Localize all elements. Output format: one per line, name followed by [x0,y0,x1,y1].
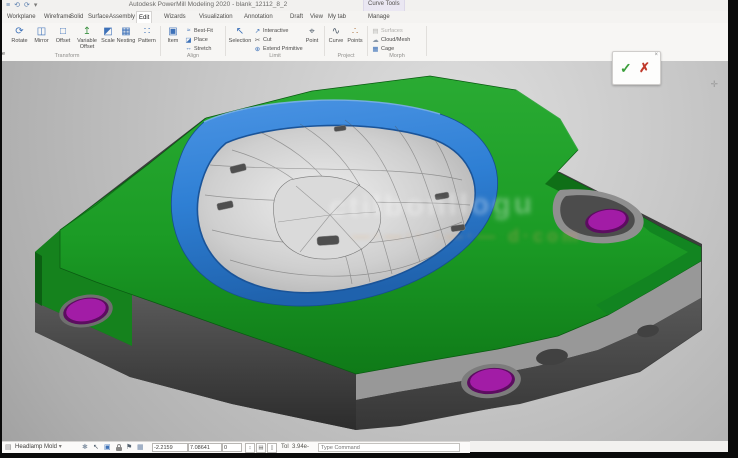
place-icon: ◪ [185,36,192,44]
status-bar: ▤ Headlamp Mold ▾ ✱ ↖ ▣ ⚑ ▦ ↕ ▤ ▯ Tol 3.… [2,441,470,453]
point-icon: ⌖ [303,25,321,38]
mirror-icon: ◫ [31,25,52,38]
ribbon: e ⟳ Rotate ◫ Mirror □ Offset ↥ Variable … [2,23,728,62]
model-selector-label: Headlamp Mold [15,444,57,450]
levels-icon[interactable]: ⚑ [126,442,132,453]
redo-icon[interactable]: ⟳ [24,0,30,11]
toggle-updown-button[interactable]: ↕ [245,443,255,453]
application-window: ≡ ⟲ ⟳ ▾ Autodesk PowerMill Modeling 2020… [2,0,728,452]
points-icon: ∴ [346,25,364,38]
lock-icon[interactable] [116,447,122,451]
ribbon-group-limit: ↖ Selection ↗ Interactive ✂ Cut ⊕ Extend… [227,23,323,60]
menu-icon[interactable]: ≡ [6,0,10,11]
cut-button[interactable]: ✂ Cut [254,35,303,44]
mold-model [2,61,728,441]
stretch-icon: ↔ [185,45,192,52]
group-label-project: Project [326,53,366,59]
coord-x-input[interactable] [152,443,188,452]
close-icon[interactable]: × [654,52,658,58]
nesting-icon: ▦ [115,25,137,38]
quick-access-toolbar: ≡ ⟲ ⟳ ▾ [6,0,37,11]
pattern-button[interactable]: ∷ Pattern [136,25,158,44]
ribbon-group-project: ∿ Curve ∴ Points Project [326,23,366,60]
ribbon-group-transform: e ⟳ Rotate ◫ Mirror □ Offset ↥ Variable … [2,23,132,60]
coord-z-input[interactable] [222,443,242,452]
grid-icon[interactable]: ▦ [137,442,144,453]
nesting-button[interactable]: ▦ Nesting [115,25,137,44]
project-points-button[interactable]: ∴ Points [346,25,364,44]
selection-button[interactable]: ↖ Selection [228,25,252,44]
cut-icon: ✂ [254,36,261,44]
curve-icon: ∿ [327,25,345,38]
title-bar: ≡ ⟲ ⟳ ▾ Autodesk PowerMill Modeling 2020… [2,0,728,11]
window-title: Autodesk PowerMill Modeling 2020 - blank… [98,1,318,8]
cloud-mesh-icon: ☁ [372,36,379,44]
pattern-icon: ∷ [136,25,158,38]
cancel-icon[interactable]: ✗ [639,60,650,76]
interactive-button[interactable]: ↗ Interactive [254,26,303,35]
toggle-cell-button[interactable]: ▯ [267,443,277,453]
point-button[interactable]: ⌖ Point [303,25,321,44]
screenshot-frame: ≡ ⟲ ⟳ ▾ Autodesk PowerMill Modeling 2020… [0,0,738,458]
smart-cursor-icon[interactable]: ✱ [82,442,88,453]
cage-icon: ▦ [372,45,379,53]
command-input[interactable] [318,443,460,452]
nav-indicator-icon[interactable]: ✛ [710,79,718,90]
tolerance-label: Tol [281,442,289,453]
cursor-icon[interactable]: ↖ [93,442,99,453]
viewport-3d[interactable]: ctilbonllogu —·—·· ·—·— d·com ✛ [2,61,728,441]
group-label-align: Align [162,53,224,59]
best-fit-icon: ≈ [185,27,192,34]
variable-offset-button[interactable]: ↥ Variable Offset [74,25,100,50]
qat-dropdown-icon[interactable]: ▾ [34,0,38,11]
best-fit-button[interactable]: ≈ Best-Fit [185,26,213,35]
mirror-button[interactable]: ◫ Mirror [31,25,52,44]
cloud-mesh-button[interactable]: ☁ Cloud/Mesh [372,35,410,44]
selection-icon: ↖ [228,25,252,38]
rotate-button[interactable]: ⟳ Rotate [9,25,30,44]
rotate-icon: ⟳ [9,25,30,38]
ribbon-group-morph: ▤ Surfaces ☁ Cloud/Mesh ▦ Cage Morph [369,23,425,60]
group-label-transform: Transform [2,53,132,59]
model-selector[interactable]: Headlamp Mold ▾ [15,442,62,453]
offset-icon: □ [53,25,73,38]
accept-icon[interactable]: ✓ [620,60,632,77]
undo-icon[interactable]: ⟲ [14,0,20,11]
place-button[interactable]: ◪ Place [185,35,213,44]
page-icon[interactable]: ▤ [5,442,12,453]
group-label-morph: Morph [369,53,425,59]
ribbon-group-align: ▣ Item ≈ Best-Fit ◪ Place ↔ Stretch [162,23,224,60]
align-item-button[interactable]: ▣ Item [164,25,182,44]
surfaces-icon: ▤ [372,27,379,35]
variable-offset-icon: ↥ [74,25,100,38]
coord-y-input[interactable] [188,443,222,452]
extend-primitive-button[interactable]: ⊕ Extend Primitive [254,44,303,53]
extend-primitive-icon: ⊕ [254,45,261,53]
workplane-icon[interactable]: ▣ [104,442,111,453]
morph-surfaces-button: ▤ Surfaces [372,26,410,35]
item-icon: ▣ [164,25,182,38]
offset-button[interactable]: □ Offset [53,25,73,44]
cage-button[interactable]: ▦ Cage [372,44,410,53]
group-label-limit: Limit [227,53,323,59]
tolerance-value[interactable]: 3.94e- [292,442,309,453]
chevron-down-icon: ▾ [59,444,62,450]
stretch-button[interactable]: ↔ Stretch [185,44,213,53]
confirm-panel: ✓ ✗ × [612,51,661,85]
toggle-rows-button[interactable]: ▤ [256,443,266,453]
project-curve-button[interactable]: ∿ Curve [327,25,345,44]
interactive-icon: ↗ [254,27,261,35]
